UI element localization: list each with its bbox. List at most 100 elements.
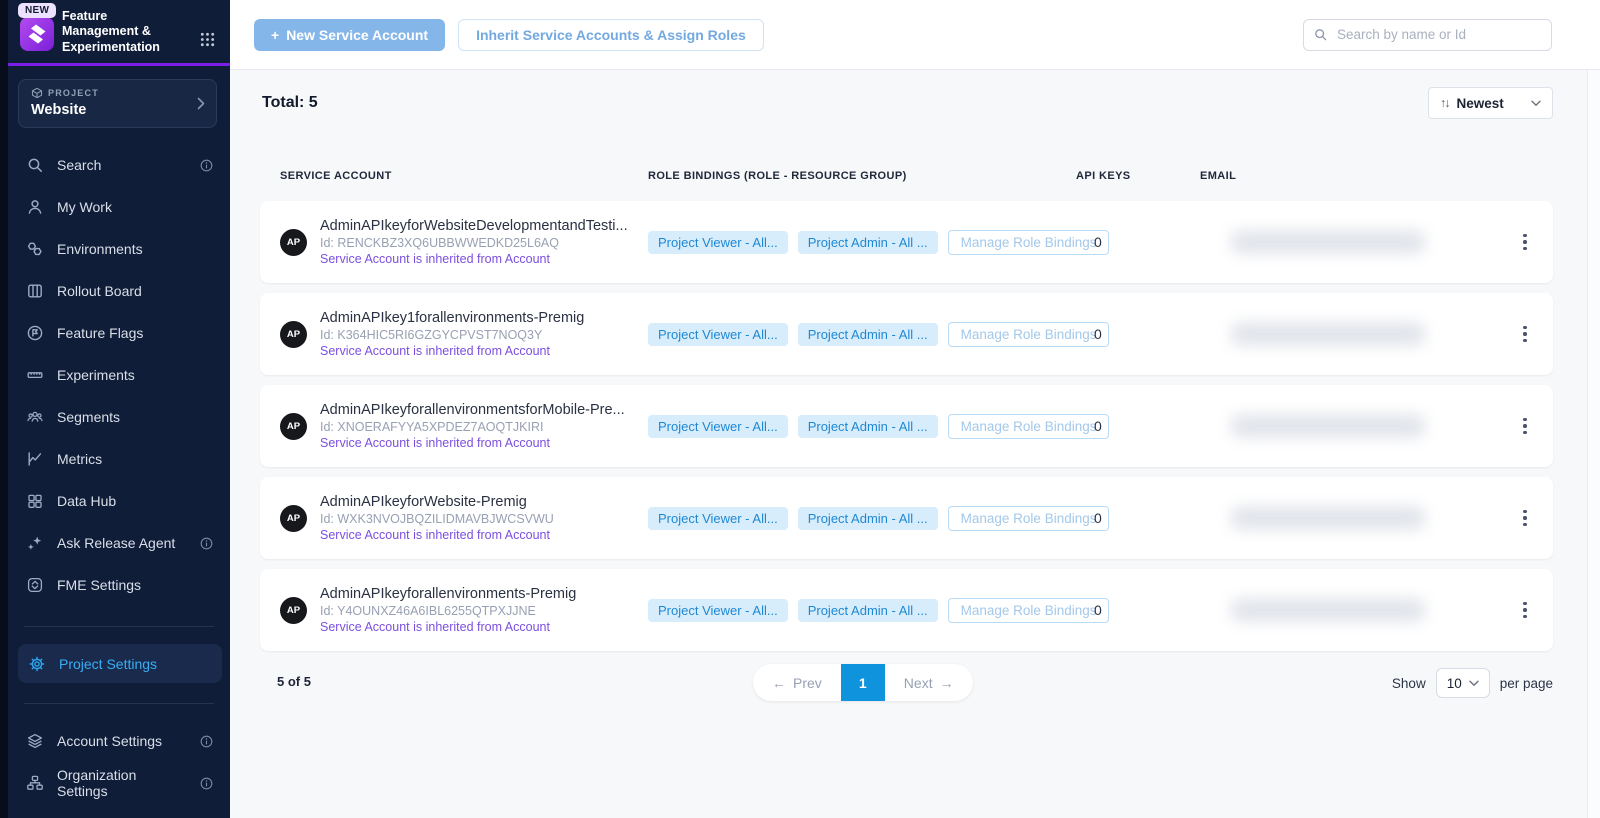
- per-page-label: per page: [1500, 676, 1553, 691]
- inherited-note: Service Account is inherited from Accoun…: [320, 344, 584, 358]
- sidebar-item-label: Metrics: [57, 451, 102, 467]
- page-number-active[interactable]: 1: [841, 664, 885, 701]
- role-binding-badge: Project Viewer - All...: [648, 599, 788, 622]
- sidebar-item-label: Experiments: [57, 367, 135, 383]
- api-keys-count: 0: [1076, 234, 1200, 250]
- sidebar-item-search[interactable]: Search: [8, 144, 230, 186]
- role-binding-badge: Project Viewer - All...: [648, 231, 788, 254]
- role-binding-badge: Project Admin - All ...: [798, 507, 938, 530]
- row-menu-button[interactable]: [1513, 230, 1537, 255]
- column-service-account: SERVICE ACCOUNT: [280, 170, 648, 182]
- email-redacted: [1230, 322, 1426, 346]
- api-keys-count: 0: [1076, 510, 1200, 526]
- app-logo-icon: [20, 17, 54, 51]
- sidebar-item-segments[interactable]: Segments: [8, 396, 230, 438]
- table-row: AP AdminAPIkeyforWebsite-Premig Id: WXK3…: [260, 477, 1553, 559]
- inherit-service-accounts-button[interactable]: Inherit Service Accounts & Assign Roles: [458, 19, 764, 51]
- sidebar-item-label: Feature Flags: [57, 325, 143, 341]
- new-service-account-button[interactable]: + New Service Account: [254, 19, 445, 51]
- sidebar-item-project-settings[interactable]: Project Settings: [18, 644, 222, 683]
- sidebar-divider: [24, 703, 214, 704]
- sidebar-item-ask-release-agent[interactable]: Ask Release Agent: [8, 522, 230, 564]
- role-binding-badge: Project Viewer - All...: [648, 415, 788, 438]
- sidebar-item-account-settings[interactable]: Account Settings: [8, 720, 230, 762]
- apps-grid-icon[interactable]: [199, 31, 216, 48]
- service-account-id: Id: WXK3NVOJBQZILIDMAVBJWCSVWU: [320, 512, 554, 526]
- sidebar-item-organization-settings[interactable]: Organization Settings: [8, 762, 230, 804]
- info-icon[interactable]: [199, 158, 214, 173]
- page-size-select[interactable]: 10: [1436, 668, 1490, 698]
- sidebar-nav: Search My Work Environments Rollout Boar…: [8, 144, 230, 804]
- avatar: AP: [280, 505, 307, 532]
- info-icon[interactable]: [199, 536, 214, 551]
- show-label: Show: [1392, 676, 1426, 691]
- sidebar-item-metrics[interactable]: Metrics: [8, 438, 230, 480]
- chevron-right-icon: [197, 97, 205, 110]
- row-menu-button[interactable]: [1513, 414, 1537, 439]
- info-icon[interactable]: [199, 734, 214, 749]
- sidebar-item-my-work[interactable]: My Work: [8, 186, 230, 228]
- column-api-keys: API KEYS: [1076, 170, 1200, 182]
- arrow-right-icon: →: [940, 675, 954, 691]
- total-count: Total: 5: [260, 94, 318, 112]
- row-menu-button[interactable]: [1513, 598, 1537, 623]
- email-redacted: [1230, 230, 1426, 254]
- project-label: PROJECT: [48, 88, 99, 98]
- plus-icon: +: [271, 27, 279, 43]
- user-icon: [26, 198, 44, 216]
- search-icon: [26, 156, 44, 174]
- arrow-left-icon: ←: [772, 675, 786, 691]
- email-redacted: [1230, 506, 1426, 530]
- row-menu-button[interactable]: [1513, 322, 1537, 347]
- sidebar-item-data-hub[interactable]: Data Hub: [8, 480, 230, 522]
- row-menu-button[interactable]: [1513, 506, 1537, 531]
- inherited-note: Service Account is inherited from Accoun…: [320, 252, 628, 266]
- service-account-id: Id: XNOERAFYYA5XPDEZ7AOQTJKIRI: [320, 420, 625, 434]
- sidebar-item-label: Organization Settings: [57, 767, 186, 799]
- project-name: Website: [31, 102, 204, 118]
- pager: ← Prev 1 Next →: [753, 664, 973, 701]
- sidebar-item-rollout-board[interactable]: Rollout Board: [8, 270, 230, 312]
- fme-icon: [26, 576, 44, 594]
- column-role-bindings: ROLE BINDINGS (ROLE - RESOURCE GROUP): [648, 170, 1076, 182]
- role-binding-badge: Project Admin - All ...: [798, 231, 938, 254]
- info-icon[interactable]: [199, 776, 214, 791]
- role-binding-badge: Project Viewer - All...: [648, 507, 788, 530]
- table-header: SERVICE ACCOUNT ROLE BINDINGS (ROLE - RE…: [260, 170, 1553, 201]
- sidebar-item-experiments[interactable]: Experiments: [8, 354, 230, 396]
- collapsed-rail: [0, 0, 8, 818]
- sidebar-item-feature-flags[interactable]: Feature Flags: [8, 312, 230, 354]
- project-selector[interactable]: PROJECT Website: [18, 79, 217, 128]
- prev-page-button[interactable]: ← Prev: [753, 664, 841, 701]
- sidebar-item-environments[interactable]: Environments: [8, 228, 230, 270]
- column-email: EMAIL: [1200, 170, 1513, 182]
- chevron-down-icon: [1531, 100, 1541, 107]
- service-account-id: Id: RENCKBZ3XQ6UBBWWEDKD25L6AQ: [320, 236, 628, 250]
- sidebar-item-label: Account Settings: [57, 733, 162, 749]
- api-keys-count: 0: [1076, 602, 1200, 618]
- environments-icon: [26, 240, 44, 258]
- sidebar: NEW Feature Management & Experimentation…: [8, 0, 230, 818]
- sidebar-item-label: Search: [57, 157, 101, 173]
- app-title: Feature Management & Experimentation: [62, 9, 178, 55]
- content-area: Total: 5 ↑↓ Newest SERVICE ACCOUNT ROLE …: [230, 70, 1600, 818]
- role-binding-badge: Project Admin - All ...: [798, 415, 938, 438]
- sidebar-item-label: Environments: [57, 241, 143, 257]
- role-binding-badge: Project Admin - All ...: [798, 599, 938, 622]
- ruler-icon: [26, 366, 44, 384]
- sort-dropdown[interactable]: ↑↓ Newest: [1428, 87, 1553, 119]
- service-account-name: AdminAPIkeyforallenvironments-Premig: [320, 586, 576, 602]
- sidebar-item-fme-settings[interactable]: FME Settings: [8, 564, 230, 606]
- org-gear-icon: [26, 774, 44, 792]
- next-page-button[interactable]: Next →: [885, 664, 973, 701]
- layers-gear-icon: [26, 732, 44, 750]
- scrollbar-track[interactable]: [1587, 70, 1600, 818]
- chevron-down-icon: [1469, 680, 1479, 687]
- sort-arrows-icon: ↑↓: [1440, 96, 1449, 110]
- avatar: AP: [280, 321, 307, 348]
- email-redacted: [1230, 414, 1426, 438]
- main-panel: + New Service Account Inherit Service Ac…: [230, 0, 1600, 818]
- search-input[interactable]: [1303, 19, 1552, 51]
- sidebar-item-label: FME Settings: [57, 577, 141, 593]
- flag-icon: [26, 324, 44, 342]
